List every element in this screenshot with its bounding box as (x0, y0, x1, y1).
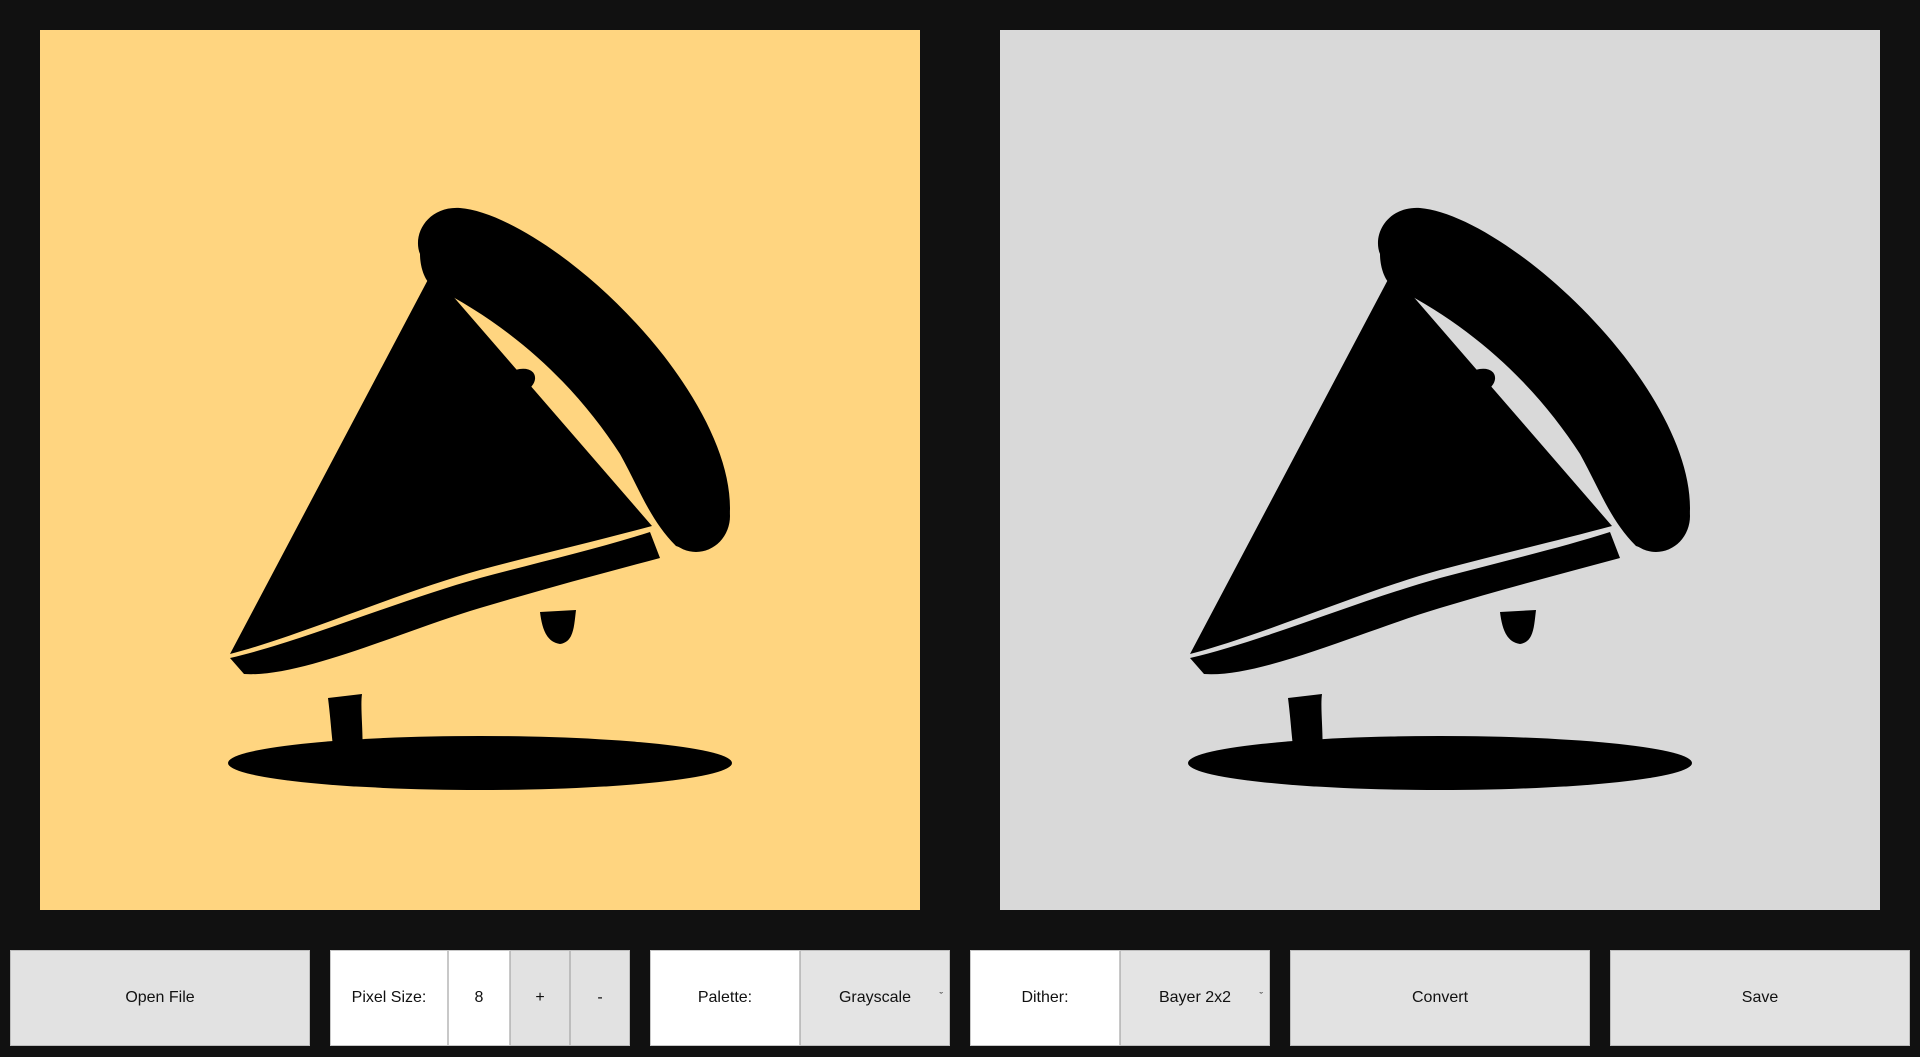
source-image-panel (40, 30, 920, 910)
open-file-button[interactable]: Open File (10, 950, 310, 1046)
convert-group: Convert (1290, 950, 1590, 1046)
save-button[interactable]: Save (1610, 950, 1910, 1046)
pixel-size-increment-button[interactable]: + (510, 950, 570, 1046)
dither-label: Dither: (970, 950, 1120, 1046)
pixel-size-label: Pixel Size: (330, 950, 448, 1046)
output-image-panel (1000, 30, 1880, 910)
source-pizza-image (228, 207, 732, 790)
convert-button[interactable]: Convert (1290, 950, 1590, 1046)
dither-select-value: Bayer 2x2 (1158, 989, 1232, 1006)
output-pizza-image (1188, 207, 1692, 790)
chevron-down-icon: ˇ (1259, 991, 1263, 1003)
palette-select-value: Grayscale (838, 989, 912, 1006)
pixel-size-group: Pixel Size: 8 + - (330, 950, 630, 1046)
palette-group: Palette: Grayscale ˇ (650, 950, 950, 1046)
pixel-size-decrement-button[interactable]: - (570, 950, 630, 1046)
save-group: Save (1610, 950, 1910, 1046)
dither-select[interactable]: Bayer 2x2 ˇ (1120, 950, 1270, 1046)
palette-select[interactable]: Grayscale ˇ (800, 950, 950, 1046)
pixel-size-input[interactable]: 8 (448, 950, 510, 1046)
chevron-down-icon: ˇ (939, 991, 943, 1003)
dither-group: Dither: Bayer 2x2 ˇ (970, 950, 1270, 1046)
open-file-group: Open File (10, 950, 310, 1046)
palette-label: Palette: (650, 950, 800, 1046)
